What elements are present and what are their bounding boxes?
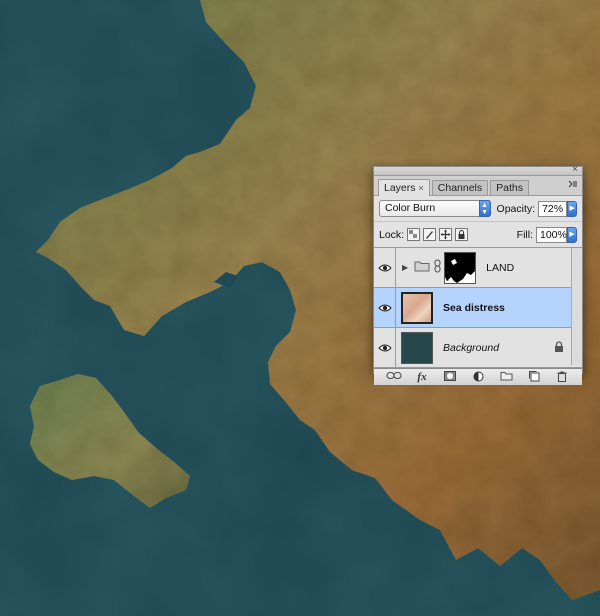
opacity-label: Opacity: — [496, 202, 536, 215]
blend-mode-stepper-icon[interactable]: ▲ ▼ — [478, 200, 491, 217]
blend-mode-select[interactable]: Color Burn ▲ ▼ — [379, 200, 491, 217]
folder-icon — [414, 260, 430, 275]
fill-slider-icon[interactable]: ▶ — [567, 226, 577, 243]
tab-close-icon[interactable]: × — [419, 183, 424, 193]
trash-icon[interactable] — [553, 371, 571, 383]
lock-pixels-icon[interactable] — [423, 228, 437, 241]
tab-paths-label: Paths — [496, 182, 524, 194]
eye-icon — [377, 304, 392, 311]
expand-triangle-icon[interactable]: ▶ — [402, 263, 408, 272]
tab-channels[interactable]: Channels — [431, 180, 489, 195]
tab-layers-label: Layers — [384, 182, 416, 194]
lock-row: Lock: Fill: 100% ▶ — [374, 222, 582, 248]
mask-icon[interactable] — [441, 371, 459, 383]
background-thumbnail[interactable] — [401, 331, 433, 364]
fx-icon[interactable]: fx — [413, 371, 431, 383]
layer-row-background[interactable]: Background — [374, 328, 582, 368]
panel-titlebar[interactable]: × — [374, 164, 582, 176]
fill-field[interactable]: 100% — [536, 226, 567, 243]
opacity-field[interactable]: 72% — [538, 200, 568, 217]
layer-name-land: LAND — [486, 261, 515, 274]
fill-label: Fill: — [516, 228, 533, 241]
blend-row: Color Burn ▲ ▼ Opacity: 72% ▶ — [374, 196, 582, 222]
lock-icon — [554, 341, 564, 356]
layers-bottom-toolbar: fx — [374, 368, 582, 385]
lock-all-icon[interactable] — [455, 228, 469, 241]
layer-name-sea-distress: Sea distress — [443, 301, 505, 314]
lock-label: Lock: — [379, 228, 405, 241]
tab-paths[interactable]: Paths — [490, 180, 530, 195]
opacity-slider-icon[interactable]: ▶ — [567, 200, 578, 217]
tab-layers[interactable]: Layers × — [378, 179, 430, 196]
new-layer-icon[interactable] — [525, 371, 543, 383]
adjustment-icon[interactable] — [469, 371, 487, 383]
new-group-folder-icon[interactable] — [497, 371, 515, 383]
tab-channels-label: Channels — [437, 182, 483, 194]
layers-panel: × Layers × Channels Paths Color Burn ▲ ▼ O… — [373, 164, 583, 385]
layer-row-land[interactable]: ▶ LAND — [374, 248, 582, 288]
layer-name-background: Background — [443, 341, 500, 354]
layer-list: ▶ LAND Sea distress Background — [374, 248, 582, 368]
visibility-toggle[interactable] — [374, 288, 396, 327]
link-icon[interactable] — [385, 371, 403, 383]
layer-row-sea-distress[interactable]: Sea distress — [374, 288, 582, 328]
sea-distress-thumbnail[interactable] — [401, 291, 433, 324]
layers-scrollbar[interactable] — [571, 248, 582, 365]
eye-icon — [377, 344, 392, 351]
visibility-toggle[interactable] — [374, 248, 396, 287]
panel-close-icon[interactable]: × — [572, 164, 578, 176]
land-mask-thumbnail[interactable] — [444, 251, 477, 284]
mask-link-icon[interactable] — [434, 259, 441, 276]
eye-icon — [377, 264, 392, 271]
panel-menu-icon[interactable] — [568, 179, 578, 189]
blend-mode-value: Color Burn — [385, 202, 436, 214]
lock-position-icon[interactable] — [439, 228, 453, 241]
tab-strip: Layers × Channels Paths — [374, 176, 582, 196]
lock-transparent-icon[interactable] — [407, 228, 421, 241]
visibility-toggle[interactable] — [374, 328, 396, 367]
